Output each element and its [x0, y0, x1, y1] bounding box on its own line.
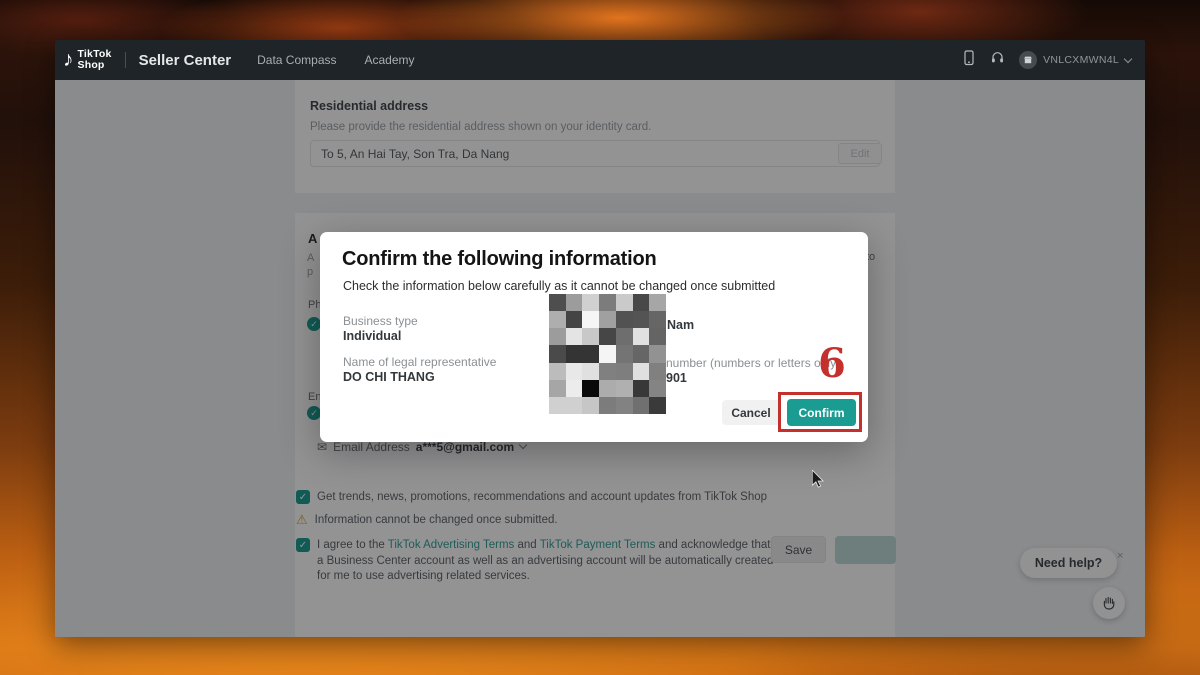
nav-seller-center[interactable]: Seller Center: [139, 52, 232, 69]
shop-avatar-icon: [1019, 51, 1037, 69]
tiktok-shop-logo[interactable]: ♪ TikTok Shop: [63, 49, 112, 71]
account-id: VNLCXMWN4L: [1043, 54, 1119, 66]
legal-representative-value: DO CHI THANG: [343, 370, 435, 384]
id-number-value-fragment: 901: [666, 371, 687, 385]
business-type-label: Business type: [343, 314, 418, 328]
divider: [125, 52, 126, 68]
annotation-step-number: 6: [818, 340, 846, 387]
legal-representative-label: Name of legal representative: [343, 355, 496, 369]
censor-mosaic: [549, 294, 666, 414]
top-navigation-bar: ♪ TikTok Shop Seller Center Data Compass…: [55, 40, 1145, 80]
mobile-app-icon[interactable]: [962, 50, 976, 71]
cancel-button[interactable]: Cancel: [722, 400, 780, 425]
mouse-cursor: [812, 470, 824, 493]
annotation-highlight-box: [778, 392, 862, 432]
page-content: Residential address Please provide the r…: [55, 80, 1145, 637]
desktop: { "header": { "brand_line1": "TikTok", "…: [0, 0, 1200, 675]
tiktok-note-icon: ♪: [63, 50, 74, 70]
seller-center-window: ♪ TikTok Shop Seller Center Data Compass…: [55, 40, 1145, 637]
nav-data-compass[interactable]: Data Compass: [257, 53, 336, 67]
chevron-down-icon: [1124, 54, 1132, 62]
account-menu[interactable]: VNLCXMWN4L: [1019, 51, 1131, 69]
business-type-value: Individual: [343, 329, 401, 343]
brand-text: TikTok Shop: [78, 49, 112, 71]
country-value-fragment: Nam: [667, 318, 694, 332]
support-headset-icon[interactable]: [990, 50, 1005, 70]
modal-subtitle: Check the information below carefully as…: [343, 279, 775, 293]
confirm-information-modal: Confirm the following information Check …: [320, 232, 868, 442]
modal-title: Confirm the following information: [342, 248, 656, 271]
nav-academy[interactable]: Academy: [365, 53, 415, 67]
